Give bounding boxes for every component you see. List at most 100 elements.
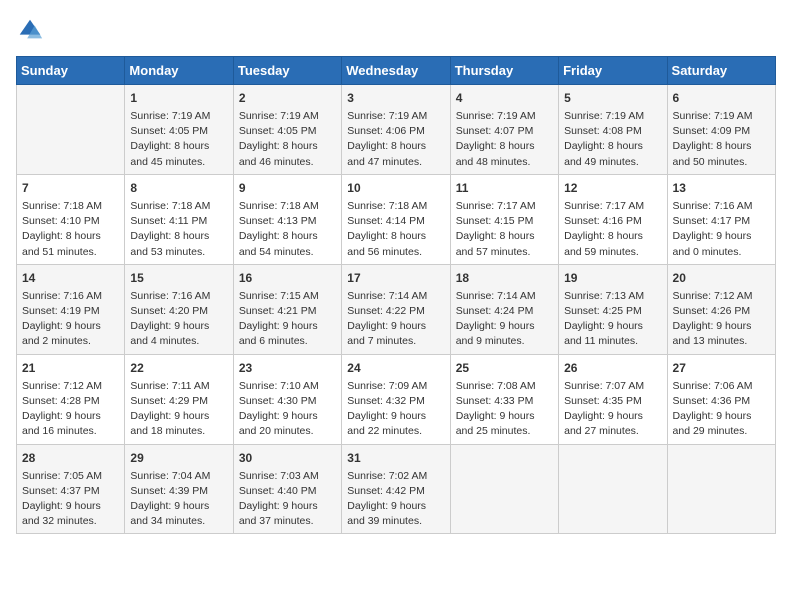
day-number: 2 <box>239 89 336 107</box>
day-info: Sunrise: 7:03 AMSunset: 4:40 PMDaylight:… <box>239 469 336 530</box>
day-info: Sunrise: 7:05 AMSunset: 4:37 PMDaylight:… <box>22 469 119 530</box>
calendar-cell <box>559 444 667 534</box>
calendar-cell: 27 Sunrise: 7:06 AMSunset: 4:36 PMDayligh… <box>667 354 775 444</box>
day-info: Sunrise: 7:19 AMSunset: 4:06 PMDaylight:… <box>347 109 444 170</box>
calendar-cell: 20 Sunrise: 7:12 AMSunset: 4:26 PMDayligh… <box>667 264 775 354</box>
column-header-monday: Monday <box>125 57 233 85</box>
day-number: 7 <box>22 179 119 197</box>
day-number: 25 <box>456 359 553 377</box>
calendar-cell: 23 Sunrise: 7:10 AMSunset: 4:30 PMDayligh… <box>233 354 341 444</box>
day-info: Sunrise: 7:14 AMSunset: 4:24 PMDaylight:… <box>456 289 553 350</box>
day-number: 21 <box>22 359 119 377</box>
day-number: 15 <box>130 269 227 287</box>
calendar-cell: 17 Sunrise: 7:14 AMSunset: 4:22 PMDayligh… <box>342 264 450 354</box>
day-number: 20 <box>673 269 770 287</box>
calendar-week-2: 7 Sunrise: 7:18 AMSunset: 4:10 PMDaylight… <box>17 174 776 264</box>
day-info: Sunrise: 7:13 AMSunset: 4:25 PMDaylight:… <box>564 289 661 350</box>
calendar-cell <box>667 444 775 534</box>
day-info: Sunrise: 7:17 AMSunset: 4:16 PMDaylight:… <box>564 199 661 260</box>
calendar-cell: 12 Sunrise: 7:17 AMSunset: 4:16 PMDayligh… <box>559 174 667 264</box>
day-number: 10 <box>347 179 444 197</box>
day-info: Sunrise: 7:12 AMSunset: 4:28 PMDaylight:… <box>22 379 119 440</box>
column-header-thursday: Thursday <box>450 57 558 85</box>
day-info: Sunrise: 7:16 AMSunset: 4:17 PMDaylight:… <box>673 199 770 260</box>
calendar-cell: 25 Sunrise: 7:08 AMSunset: 4:33 PMDayligh… <box>450 354 558 444</box>
calendar-cell: 16Sunrise: 7:15 AMSunset: 4:21 PMDayligh… <box>233 264 341 354</box>
day-info: Sunrise: 7:11 AMSunset: 4:29 PMDaylight:… <box>130 379 227 440</box>
day-number: 13 <box>673 179 770 197</box>
day-number: 31 <box>347 449 444 467</box>
day-number: 30 <box>239 449 336 467</box>
day-info: Sunrise: 7:19 AMSunset: 4:05 PMDaylight:… <box>239 109 336 170</box>
day-number: 22 <box>130 359 227 377</box>
day-info: Sunrise: 7:07 AMSunset: 4:35 PMDaylight:… <box>564 379 661 440</box>
day-number: 3 <box>347 89 444 107</box>
calendar-cell: 2 Sunrise: 7:19 AMSunset: 4:05 PMDaylight… <box>233 85 341 175</box>
day-number: 26 <box>564 359 661 377</box>
day-number: 18 <box>456 269 553 287</box>
calendar-cell: 10 Sunrise: 7:18 AMSunset: 4:14 PMDayligh… <box>342 174 450 264</box>
logo-icon <box>16 16 44 44</box>
calendar-table: SundayMondayTuesdayWednesdayThursdayFrid… <box>16 56 776 534</box>
calendar-cell: 13 Sunrise: 7:16 AMSunset: 4:17 PMDayligh… <box>667 174 775 264</box>
column-header-wednesday: Wednesday <box>342 57 450 85</box>
day-info: Sunrise: 7:19 AMSunset: 4:09 PMDaylight:… <box>673 109 770 170</box>
day-info: Sunrise: 7:14 AMSunset: 4:22 PMDaylight:… <box>347 289 444 350</box>
calendar-header-row: SundayMondayTuesdayWednesdayThursdayFrid… <box>17 57 776 85</box>
day-number: 24 <box>347 359 444 377</box>
day-number: 17 <box>347 269 444 287</box>
calendar-cell: 30 Sunrise: 7:03 AMSunset: 4:40 PMDayligh… <box>233 444 341 534</box>
calendar-cell: 3 Sunrise: 7:19 AMSunset: 4:06 PMDaylight… <box>342 85 450 175</box>
calendar-cell: 8Sunrise: 7:18 AMSunset: 4:11 PMDaylight… <box>125 174 233 264</box>
calendar-cell <box>17 85 125 175</box>
day-number: 9 <box>239 179 336 197</box>
calendar-cell: 31Sunrise: 7:02 AMSunset: 4:42 PMDayligh… <box>342 444 450 534</box>
calendar-cell: 11Sunrise: 7:17 AMSunset: 4:15 PMDayligh… <box>450 174 558 264</box>
day-info: Sunrise: 7:09 AMSunset: 4:32 PMDaylight:… <box>347 379 444 440</box>
day-info: Sunrise: 7:19 AMSunset: 4:08 PMDaylight:… <box>564 109 661 170</box>
calendar-cell <box>450 444 558 534</box>
calendar-cell: 1 Sunrise: 7:19 AMSunset: 4:05 PMDaylight… <box>125 85 233 175</box>
calendar-week-3: 14Sunrise: 7:16 AMSunset: 4:19 PMDayligh… <box>17 264 776 354</box>
calendar-cell: 15Sunrise: 7:16 AMSunset: 4:20 PMDayligh… <box>125 264 233 354</box>
day-info: Sunrise: 7:04 AMSunset: 4:39 PMDaylight:… <box>130 469 227 530</box>
day-info: Sunrise: 7:16 AMSunset: 4:19 PMDaylight:… <box>22 289 119 350</box>
day-number: 29 <box>130 449 227 467</box>
day-number: 1 <box>130 89 227 107</box>
day-info: Sunrise: 7:18 AMSunset: 4:14 PMDaylight:… <box>347 199 444 260</box>
calendar-cell: 24 Sunrise: 7:09 AMSunset: 4:32 PMDayligh… <box>342 354 450 444</box>
calendar-cell: 4 Sunrise: 7:19 AMSunset: 4:07 PMDaylight… <box>450 85 558 175</box>
day-info: Sunrise: 7:18 AMSunset: 4:10 PMDaylight:… <box>22 199 119 260</box>
calendar-cell: 6 Sunrise: 7:19 AMSunset: 4:09 PMDaylight… <box>667 85 775 175</box>
column-header-friday: Friday <box>559 57 667 85</box>
day-number: 12 <box>564 179 661 197</box>
calendar-cell: 28 Sunrise: 7:05 AMSunset: 4:37 PMDayligh… <box>17 444 125 534</box>
day-info: Sunrise: 7:17 AMSunset: 4:15 PMDaylight:… <box>456 199 553 260</box>
day-number: 5 <box>564 89 661 107</box>
calendar-cell: 5 Sunrise: 7:19 AMSunset: 4:08 PMDaylight… <box>559 85 667 175</box>
calendar-cell: 26 Sunrise: 7:07 AMSunset: 4:35 PMDayligh… <box>559 354 667 444</box>
calendar-week-5: 28 Sunrise: 7:05 AMSunset: 4:37 PMDayligh… <box>17 444 776 534</box>
day-number: 19 <box>564 269 661 287</box>
day-info: Sunrise: 7:08 AMSunset: 4:33 PMDaylight:… <box>456 379 553 440</box>
day-info: Sunrise: 7:19 AMSunset: 4:07 PMDaylight:… <box>456 109 553 170</box>
day-number: 28 <box>22 449 119 467</box>
column-header-tuesday: Tuesday <box>233 57 341 85</box>
calendar-cell: 29 Sunrise: 7:04 AMSunset: 4:39 PMDayligh… <box>125 444 233 534</box>
day-number: 27 <box>673 359 770 377</box>
calendar-cell: 9Sunrise: 7:18 AMSunset: 4:13 PMDaylight… <box>233 174 341 264</box>
day-info: Sunrise: 7:10 AMSunset: 4:30 PMDaylight:… <box>239 379 336 440</box>
column-header-saturday: Saturday <box>667 57 775 85</box>
day-info: Sunrise: 7:12 AMSunset: 4:26 PMDaylight:… <box>673 289 770 350</box>
day-number: 6 <box>673 89 770 107</box>
page-header <box>16 16 776 44</box>
calendar-week-4: 21 Sunrise: 7:12 AMSunset: 4:28 PMDayligh… <box>17 354 776 444</box>
day-number: 4 <box>456 89 553 107</box>
column-header-sunday: Sunday <box>17 57 125 85</box>
calendar-cell: 7 Sunrise: 7:18 AMSunset: 4:10 PMDaylight… <box>17 174 125 264</box>
calendar-cell: 19 Sunrise: 7:13 AMSunset: 4:25 PMDayligh… <box>559 264 667 354</box>
day-info: Sunrise: 7:19 AMSunset: 4:05 PMDaylight:… <box>130 109 227 170</box>
day-number: 23 <box>239 359 336 377</box>
day-number: 8 <box>130 179 227 197</box>
day-info: Sunrise: 7:06 AMSunset: 4:36 PMDaylight:… <box>673 379 770 440</box>
